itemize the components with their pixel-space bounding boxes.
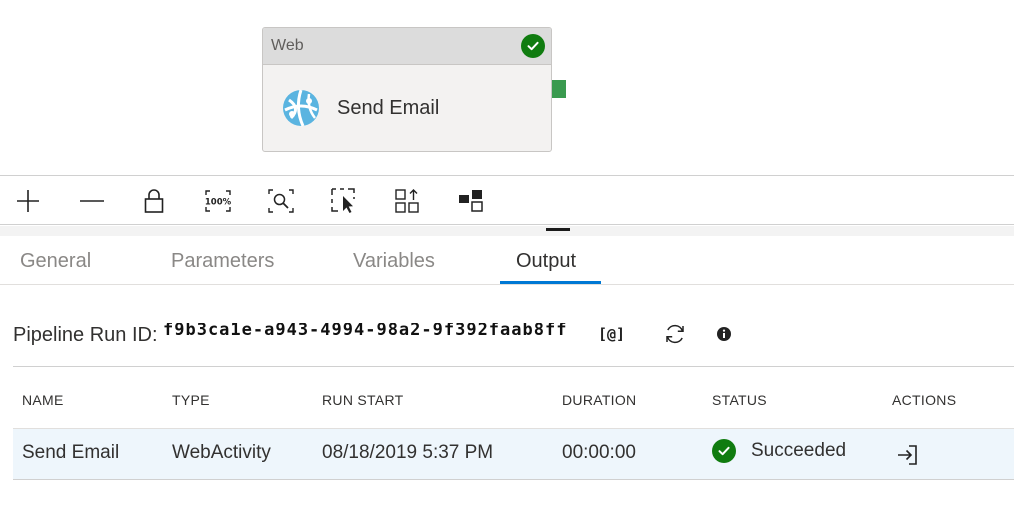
canvas-toolbar: 100% bbox=[0, 175, 1014, 225]
zoom-to-fit-icon bbox=[268, 189, 294, 213]
web-activity-globe-icon bbox=[283, 89, 319, 127]
zoom-to-fit-button[interactable] bbox=[265, 185, 297, 217]
zoom-in-button[interactable] bbox=[12, 185, 44, 217]
column-header-duration: DURATION bbox=[562, 392, 637, 408]
tab-parameters[interactable]: Parameters bbox=[171, 250, 274, 273]
tab-output[interactable]: Output bbox=[516, 250, 576, 273]
zoom-100-label: 100% bbox=[205, 198, 232, 208]
column-header-type: TYPE bbox=[172, 392, 210, 408]
lock-icon bbox=[144, 189, 164, 213]
refresh-button[interactable] bbox=[661, 320, 689, 348]
column-header-actions: ACTIONS bbox=[892, 392, 957, 408]
pipeline-run-row: Pipeline Run ID: f9b3ca1e-a943-4994-98a2… bbox=[13, 318, 1013, 352]
cell-type: WebActivity bbox=[172, 442, 271, 463]
pipeline-canvas[interactable]: Web Send Email bbox=[0, 0, 1014, 175]
column-header-name: NAME bbox=[22, 392, 64, 408]
cell-run-start: 08/18/2019 5:37 PM bbox=[322, 442, 494, 463]
activity-card-body: Send Email bbox=[263, 65, 551, 151]
pipeline-run-id-label: Pipeline Run ID: bbox=[13, 324, 158, 346]
panel-splitter[interactable] bbox=[0, 226, 1014, 236]
properties-tabs: General Parameters Variables Output bbox=[0, 236, 1014, 285]
view-output-button[interactable] bbox=[893, 441, 921, 469]
check-circle-icon bbox=[521, 34, 545, 58]
auto-align-icon bbox=[395, 189, 419, 213]
check-circle-icon bbox=[712, 439, 736, 463]
view-output-icon bbox=[898, 445, 917, 465]
copy-run-id-button[interactable]: [@] bbox=[598, 320, 625, 348]
active-tab-indicator bbox=[500, 281, 601, 284]
table-header: NAME TYPE RUN START DURATION STATUS ACTI… bbox=[13, 366, 1014, 428]
zoom-in-icon bbox=[17, 190, 39, 212]
splitter-grip[interactable] bbox=[546, 228, 570, 231]
show-lineage-button[interactable] bbox=[455, 185, 487, 217]
select-area-icon bbox=[331, 188, 355, 213]
refresh-icon bbox=[666, 324, 684, 344]
zoom-out-icon bbox=[80, 200, 104, 202]
activity-card-header: Web bbox=[263, 28, 551, 65]
info-icon bbox=[717, 327, 731, 341]
column-header-status: STATUS bbox=[712, 392, 767, 408]
zoom-out-button[interactable] bbox=[76, 185, 108, 217]
auto-align-button[interactable] bbox=[391, 185, 423, 217]
cell-name: Send Email bbox=[22, 442, 120, 463]
tab-variables[interactable]: Variables bbox=[353, 250, 435, 273]
status-text: Succeeded bbox=[751, 440, 847, 461]
zoom-100-icon: 100% bbox=[205, 190, 232, 212]
select-area-button[interactable] bbox=[328, 185, 360, 217]
activity-runs-table: NAME TYPE RUN START DURATION STATUS ACTI… bbox=[13, 366, 1014, 480]
pipeline-run-id-value: f9b3ca1e-a943-4994-98a2-9f392faab8ff bbox=[163, 323, 568, 339]
show-lineage-icon bbox=[459, 190, 483, 212]
column-header-run-start: RUN START bbox=[322, 392, 404, 408]
lock-button[interactable] bbox=[138, 185, 170, 217]
activity-name: Send Email bbox=[337, 96, 440, 119]
activity-card-send-email[interactable]: Web Send Email bbox=[262, 27, 552, 152]
table-row[interactable]: Send Email WebActivity 08/18/2019 5:37 P… bbox=[13, 428, 1014, 480]
activity-type-label: Web bbox=[271, 37, 304, 54]
tab-general[interactable]: General bbox=[20, 250, 91, 273]
info-button[interactable] bbox=[713, 320, 735, 348]
cell-duration: 00:00:00 bbox=[562, 442, 636, 463]
activity-output-handle[interactable] bbox=[552, 80, 566, 98]
cell-status: Succeeded bbox=[712, 439, 846, 463]
zoom-100-button[interactable]: 100% bbox=[202, 185, 234, 217]
